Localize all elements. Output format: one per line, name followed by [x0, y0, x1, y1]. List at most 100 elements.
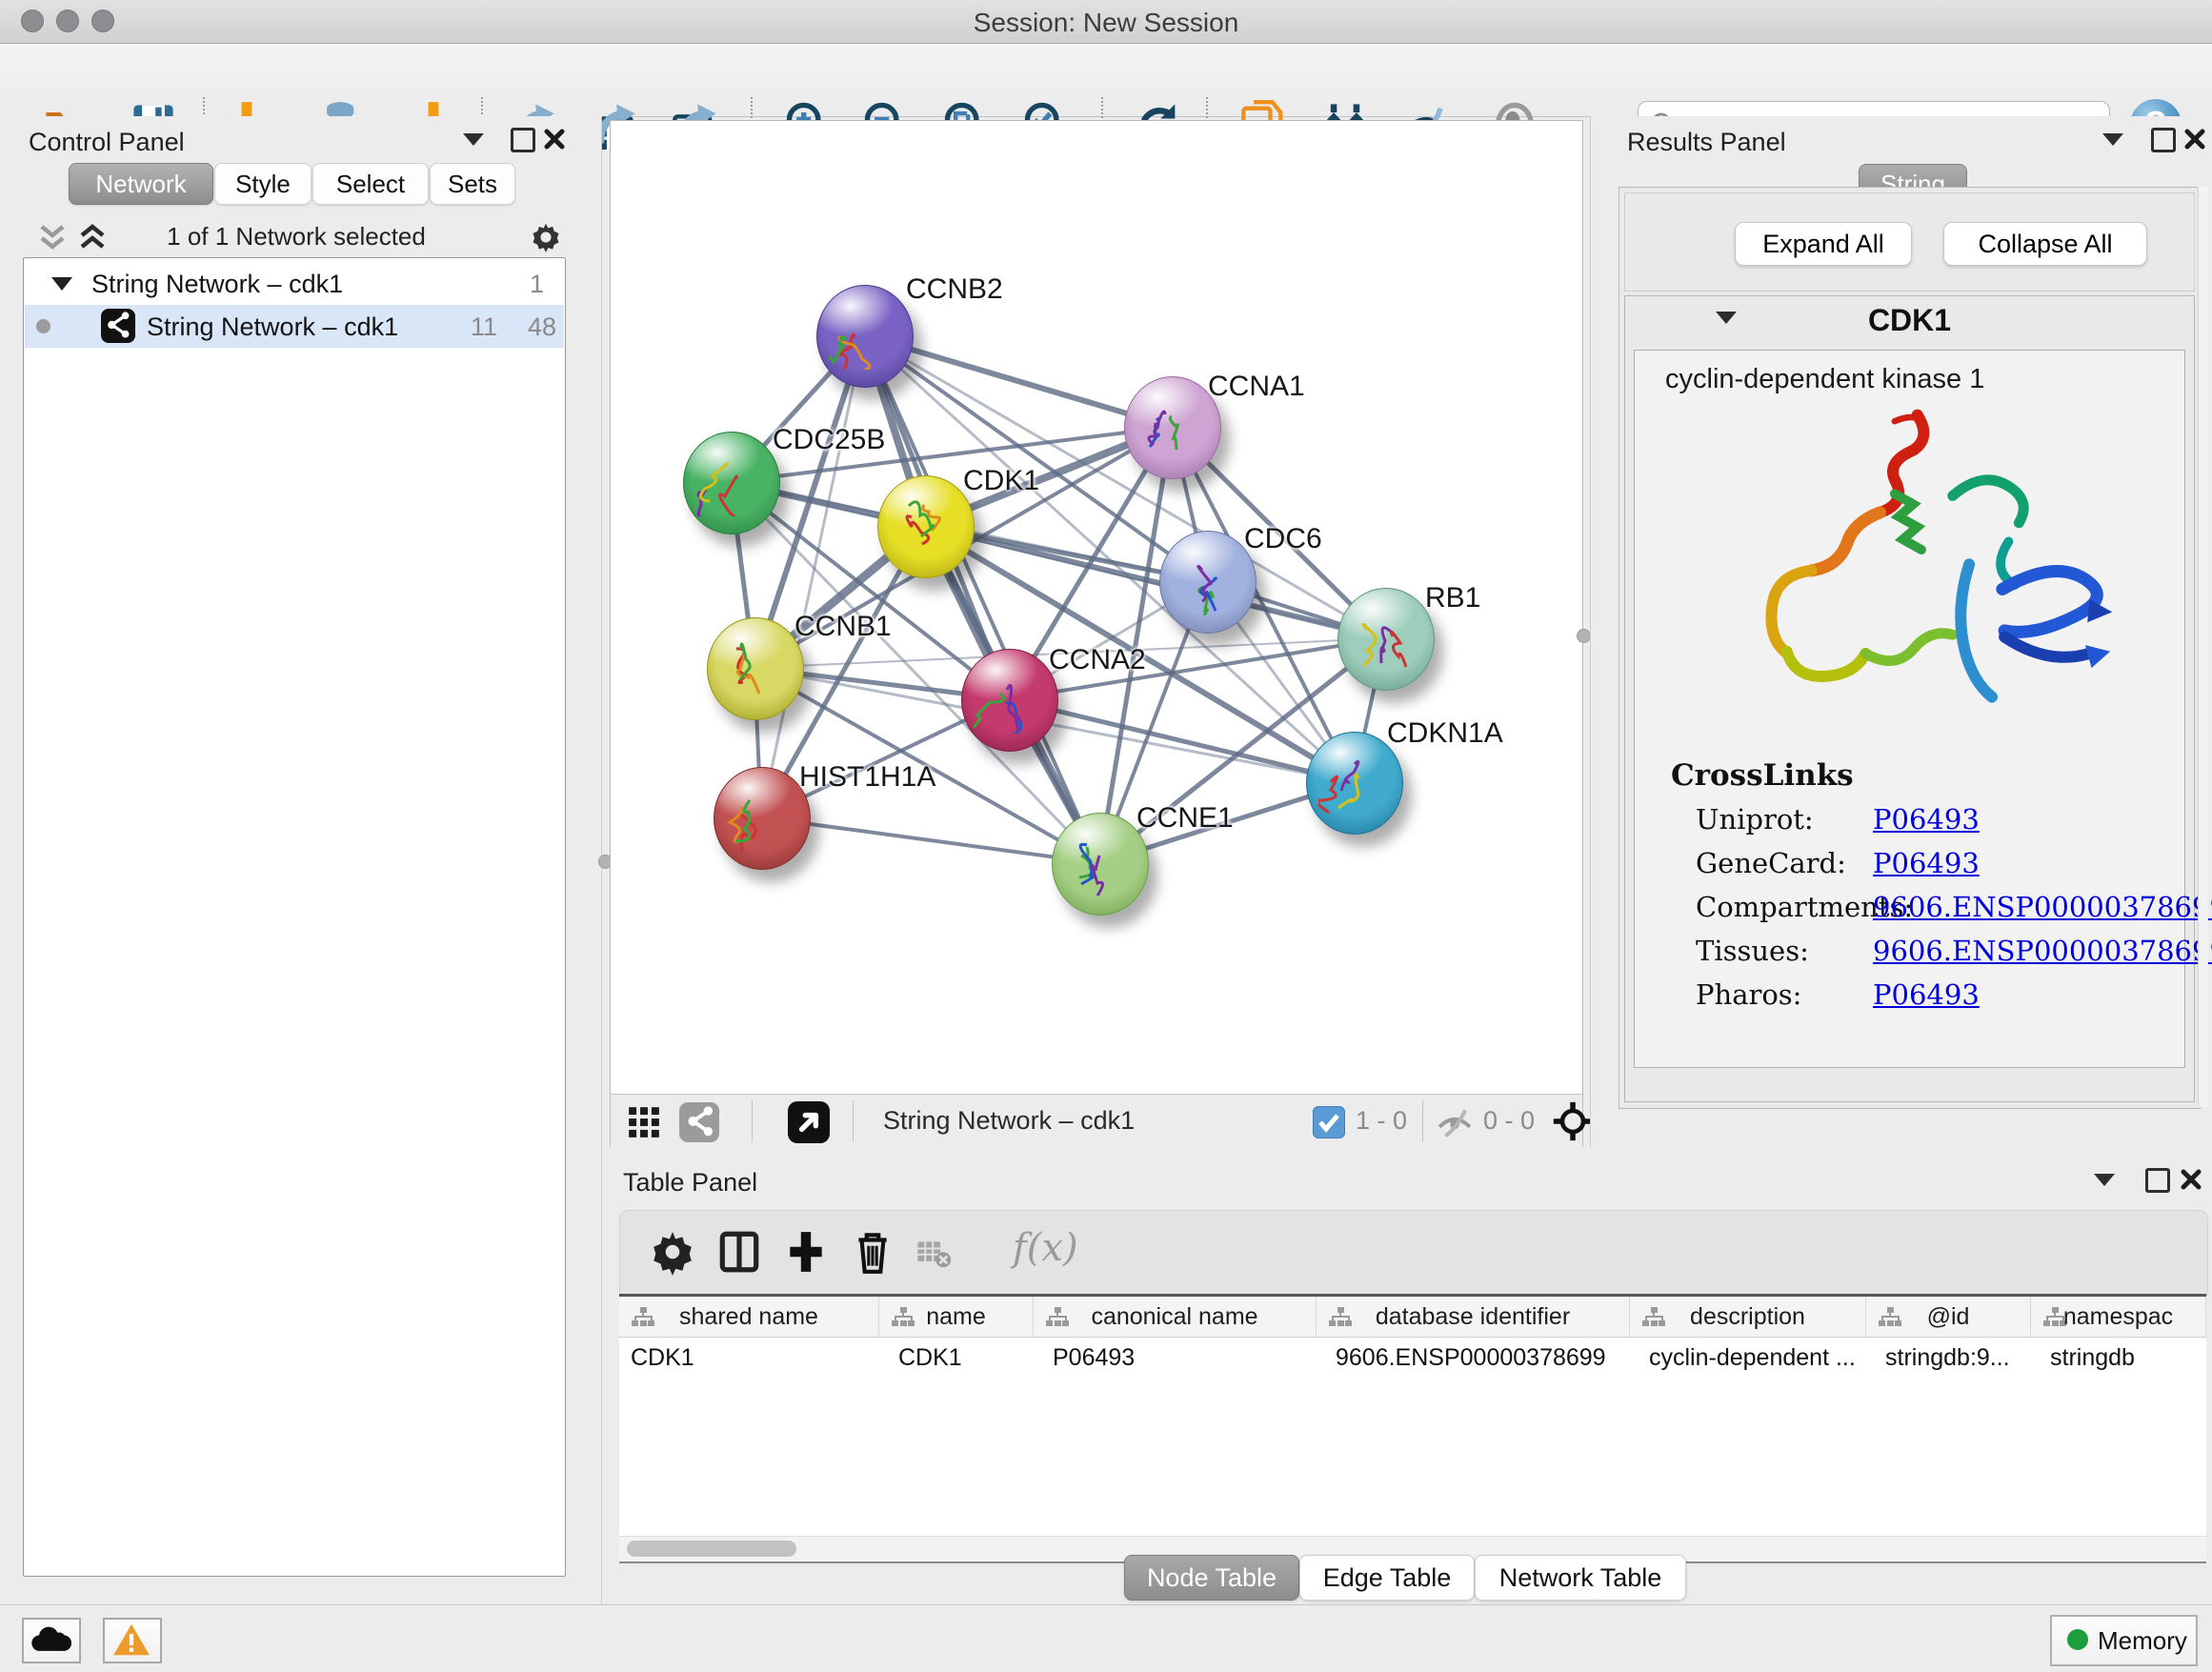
- network-node-ccna1[interactable]: [1124, 376, 1221, 479]
- table-panel-menu-caret-icon[interactable]: [2094, 1174, 2115, 1186]
- network-node-ccne1[interactable]: [1052, 813, 1149, 916]
- node-label-ccnb1: CCNB1: [794, 611, 892, 643]
- results-panel: Results Panel String Expand All Collapse…: [1590, 116, 2212, 1147]
- network-node-rb1[interactable]: [1337, 588, 1435, 691]
- tab-sets[interactable]: Sets: [430, 163, 515, 205]
- column-header--id[interactable]: @id: [1866, 1297, 2031, 1338]
- cell-shared-name[interactable]: CDK1: [631, 1344, 694, 1372]
- table-panel-title: Table Panel: [623, 1168, 757, 1198]
- control-panel-close-icon[interactable]: [543, 128, 566, 151]
- network-share-view-icon[interactable]: [679, 1102, 719, 1142]
- window-title: Session: New Session: [0, 8, 2212, 38]
- cell--id[interactable]: stringdb:9...: [1885, 1344, 2010, 1372]
- add-column-icon[interactable]: [782, 1228, 830, 1276]
- cell-database-identifier[interactable]: 9606.ENSP00000378699: [1336, 1344, 1606, 1372]
- network-node-cdk1[interactable]: [877, 475, 975, 578]
- column-header-description[interactable]: description: [1630, 1297, 1866, 1338]
- network-node-ccnb2[interactable]: [816, 285, 914, 388]
- gene-name: CDK1: [1625, 303, 2194, 338]
- expand-collapse-box: Expand All Collapse All: [1624, 192, 2195, 292]
- delete-column-icon[interactable]: [849, 1228, 896, 1276]
- tab-select[interactable]: Select: [312, 163, 429, 205]
- crosslink-row: Pharos: P06493: [1696, 978, 2172, 1011]
- network-options-gear-icon[interactable]: [528, 219, 564, 255]
- table-panel-float-icon[interactable]: [2145, 1168, 2170, 1193]
- crosslink-link[interactable]: P06493: [1873, 803, 1980, 836]
- cloud-icon: [30, 1624, 71, 1655]
- gene-section: CDK1 cyclin-dependent kinase 1: [1624, 295, 2195, 1102]
- warnings-button[interactable]: [103, 1618, 162, 1663]
- cell-description[interactable]: cyclin-dependent ...: [1649, 1344, 1856, 1372]
- column-header-name[interactable]: name: [879, 1297, 1034, 1338]
- node-label-cdkn1a: CDKN1A: [1387, 717, 1503, 750]
- table-options-gear-icon[interactable]: [649, 1228, 696, 1276]
- network-row[interactable]: String Network – cdk1 11 48: [25, 305, 564, 348]
- tab-edge-table[interactable]: Edge Table: [1299, 1555, 1475, 1601]
- network-collection-row[interactable]: String Network – cdk1 1: [25, 262, 564, 305]
- crosslink-link[interactable]: 9606.ENSP00000378699: [1873, 891, 2212, 923]
- node-label-ccna1: CCNA1: [1208, 371, 1305, 403]
- column-header-database-identifier[interactable]: database identifier: [1317, 1297, 1630, 1338]
- fullscreen-view-icon[interactable]: [788, 1101, 830, 1143]
- crosslink-link[interactable]: 9606.ENSP00000378699: [1873, 935, 2212, 967]
- cell-canonical-name[interactable]: P06493: [1053, 1344, 1135, 1372]
- network-node-ccna2[interactable]: [961, 649, 1058, 752]
- crosslink-label: Pharos:: [1696, 978, 1801, 1011]
- show-columns-icon[interactable]: [715, 1228, 763, 1276]
- node-label-cdc6: CDC6: [1244, 523, 1322, 555]
- node-structure-thumbnail: [974, 665, 1046, 734]
- delete-table-icon[interactable]: [914, 1236, 954, 1272]
- column-header-namespac[interactable]: namespac: [2031, 1297, 2206, 1338]
- crosslink-row: GeneCard: P06493: [1696, 847, 2172, 879]
- node-structure-thumbnail: [1318, 748, 1391, 816]
- column-header-shared-name[interactable]: shared name: [619, 1297, 879, 1338]
- crosslinks-title: CrossLinks: [1671, 758, 1854, 793]
- network-view-title: String Network – cdk1: [883, 1106, 1135, 1136]
- expand-all-button[interactable]: Expand All: [1735, 222, 1912, 266]
- hidden-eye-slash-icon: [1436, 1104, 1474, 1140]
- control-panel-menu-caret-icon[interactable]: [463, 133, 484, 146]
- results-panel-close-icon[interactable]: [2183, 128, 2206, 151]
- node-structure-thumbnail: [1064, 829, 1136, 897]
- network-canvas[interactable]: CCNB2CCNA1CDC25BCDK1CDC6RB1CCNB1CCNA2CDK…: [610, 120, 1583, 1096]
- application-window: Session: New Session: [0, 0, 2212, 1671]
- node-label-cdc25b: CDC25B: [773, 424, 885, 456]
- results-panel-menu-caret-icon[interactable]: [2102, 133, 2123, 146]
- column-header-canonical-name[interactable]: canonical name: [1034, 1297, 1317, 1338]
- birdseye-crosshair-icon[interactable]: [1552, 1100, 1594, 1142]
- grid-view-icon[interactable]: [626, 1104, 662, 1140]
- crosslink-link[interactable]: P06493: [1873, 978, 1980, 1011]
- table-panel-close-icon[interactable]: [2180, 1168, 2202, 1191]
- node-structure-thumbnail: [829, 301, 901, 370]
- right-splitter-handle[interactable]: [1577, 629, 1591, 643]
- network-node-cdc6[interactable]: [1159, 531, 1257, 634]
- results-scrollbar[interactable]: [2198, 187, 2208, 1107]
- tab-network[interactable]: Network: [69, 163, 213, 205]
- tab-style[interactable]: Style: [214, 163, 312, 205]
- gene-section-header[interactable]: CDK1: [1625, 296, 2194, 342]
- cell-name[interactable]: CDK1: [898, 1344, 962, 1372]
- results-panel-title: Results Panel: [1627, 128, 1786, 157]
- crosslink-link[interactable]: P06493: [1873, 847, 1980, 879]
- selected-checkbox-icon[interactable]: [1313, 1106, 1345, 1138]
- netbar-separator: [752, 1100, 753, 1142]
- control-panel: Control Panel Network Style Select Sets …: [0, 116, 602, 1604]
- crosslink-label: GeneCard:: [1696, 847, 1846, 879]
- results-panel-float-icon[interactable]: [2151, 128, 2176, 152]
- tab-network-table[interactable]: Network Table: [1475, 1555, 1686, 1601]
- network-node-cdc25b[interactable]: [683, 432, 780, 534]
- control-panel-float-icon[interactable]: [511, 128, 535, 152]
- network-node-ccnb1[interactable]: [707, 617, 804, 720]
- collapse-all-button[interactable]: Collapse All: [1943, 222, 2147, 266]
- cloud-button[interactable]: [22, 1618, 81, 1663]
- cell-namespac[interactable]: stringdb: [2050, 1344, 2135, 1372]
- control-panel-title: Control Panel: [29, 128, 185, 157]
- function-builder-icon[interactable]: f(x): [1013, 1226, 1078, 1270]
- network-node-count: 11: [471, 312, 497, 342]
- memory-button[interactable]: Memory: [2050, 1615, 2198, 1666]
- collection-expand-icon[interactable]: [51, 277, 72, 291]
- crosslink-row: Compartments: 9606.ENSP00000378699: [1696, 891, 2172, 923]
- tab-node-table[interactable]: Node Table: [1124, 1555, 1299, 1601]
- network-node-hist1h1a[interactable]: [714, 767, 811, 870]
- scrollbar-thumb[interactable]: [627, 1541, 796, 1557]
